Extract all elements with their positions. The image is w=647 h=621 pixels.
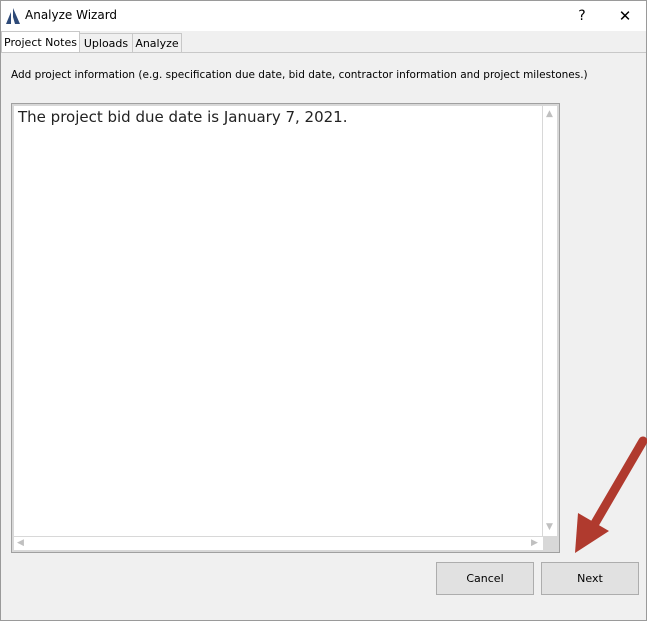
scroll-up-icon[interactable]: ▲ (546, 109, 553, 119)
project-notes-textarea[interactable]: The project bid due date is January 7, 2… (11, 103, 560, 553)
cancel-button[interactable]: Cancel (436, 562, 534, 595)
scroll-down-icon[interactable]: ▼ (546, 522, 553, 532)
tab-uploads[interactable]: Uploads (79, 33, 133, 53)
tab-label: Project Notes (4, 36, 77, 49)
close-button[interactable]: ✕ (604, 1, 646, 31)
annotation-arrow (575, 436, 647, 553)
analyze-wizard-window: Analyze Wizard ? ✕ Project Notes Uploads… (0, 0, 647, 621)
notes-text: The project bid due date is January 7, 2… (18, 108, 348, 126)
window-title: Analyze Wizard (25, 8, 118, 22)
tab-label: Uploads (83, 37, 129, 50)
tab-project-notes[interactable]: Project Notes (1, 31, 80, 53)
vertical-scrollbar[interactable]: ▲ ▼ (543, 106, 557, 536)
scroll-left-icon[interactable]: ◀ (17, 538, 24, 548)
scroll-right-icon[interactable]: ▶ (531, 538, 538, 548)
notes-text-area[interactable]: The project bid due date is January 7, 2… (14, 106, 542, 536)
tab-bar: Project Notes Uploads Analyze (1, 31, 646, 53)
horizontal-scrollbar[interactable]: ◀ ▶ (14, 537, 543, 550)
app-logo-icon (6, 8, 20, 24)
help-button[interactable]: ? (564, 1, 600, 31)
title-bar[interactable]: Analyze Wizard ? ✕ (1, 1, 646, 31)
tab-label: Analyze (135, 37, 179, 50)
tab-divider (1, 52, 646, 53)
instruction-text: Add project information (e.g. specificat… (11, 69, 588, 81)
next-button[interactable]: Next (541, 562, 639, 595)
tab-analyze[interactable]: Analyze (132, 33, 182, 53)
